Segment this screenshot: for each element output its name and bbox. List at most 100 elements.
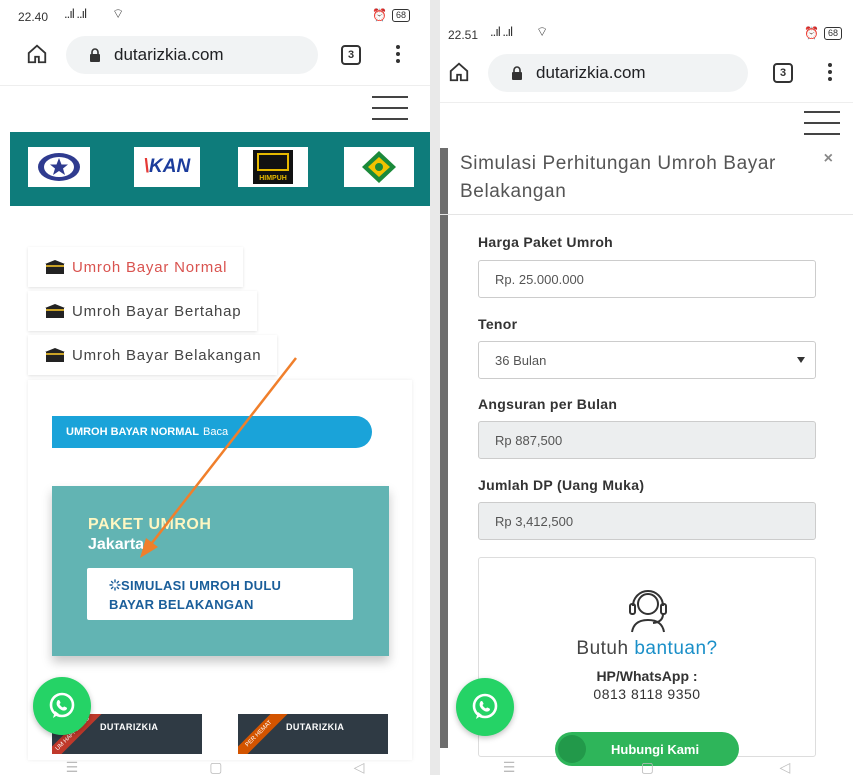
modal-divider (440, 214, 853, 215)
angsuran-output: Rp 887,500 (478, 421, 816, 459)
system-nav-bar: ☰ ▢ ◁ (0, 757, 430, 775)
harga-paket-input[interactable]: Rp. 25.000.000 (478, 260, 816, 298)
hp-whatsapp-number[interactable]: 0813 8118 9350 (479, 686, 815, 702)
hamburger-menu-icon[interactable] (804, 111, 840, 135)
nav-menu-icon[interactable]: ☰ (66, 759, 79, 775)
pill-read-link[interactable]: Baca (203, 426, 228, 438)
himpuh-emblem-icon: HIMPUH (253, 150, 293, 184)
himpuh-text: HIMPUH (259, 175, 287, 182)
url-text: dutarizkia.com (114, 45, 224, 64)
thumb-ribbon: PER HEMAT (238, 714, 288, 754)
tab-switcher-button[interactable]: 3 (773, 63, 793, 83)
tab-umroh-bayar-belakangan[interactable]: Umroh Bayar Belakangan (28, 335, 278, 375)
whatsapp-float-button[interactable] (33, 677, 91, 735)
kaaba-icon (45, 348, 65, 362)
wifi-icon: ⌔ (112, 6, 124, 21)
kaaba-icon (45, 260, 65, 274)
menu-kebab-icon[interactable] (828, 60, 834, 84)
alarm-icon: ⏰ (372, 8, 387, 22)
help-question-accent: bantuan? (634, 638, 718, 659)
browser-url-bar: dutarizkia.com 3 (440, 51, 853, 95)
harga-label: Harga Paket Umroh (478, 234, 614, 250)
home-icon[interactable] (26, 43, 48, 65)
site-header (440, 102, 853, 144)
pill-label: UMROH BAYAR NORMAL (66, 426, 200, 438)
wifi-icon: ⌔ (536, 24, 548, 39)
section-pill-header[interactable]: UMROH BAYAR NORMAL Baca (52, 416, 372, 448)
chevron-down-icon (797, 357, 805, 363)
thumb-brand: DUTARIZKIA (100, 722, 159, 732)
spinner-icon (109, 579, 121, 591)
address-bar[interactable]: dutarizkia.com (66, 36, 318, 74)
tenor-value: 36 Bulan (495, 352, 547, 368)
kan-text: KAN (149, 156, 191, 177)
battery-icon: 68 (823, 26, 842, 40)
signal-icon: ..ıl ..ıl (64, 6, 87, 21)
package-thumbnail[interactable]: PER HEMAT DUTARIZKIA (238, 714, 388, 754)
dp-value: Rp 3,412,500 (495, 513, 574, 529)
logo-star-emblem (28, 147, 90, 187)
hamburger-menu-icon[interactable] (372, 96, 408, 120)
status-time: 22.40 (18, 10, 49, 24)
nav-back-icon[interactable]: ◁ (354, 759, 365, 775)
address-bar[interactable]: dutarizkia.com (488, 54, 748, 92)
status-bar: 22.51 ..ıl ..ıl ⌔ ⏰ 68 (440, 18, 853, 48)
lock-icon (512, 66, 522, 80)
url-text: dutarizkia.com (536, 63, 646, 82)
angsuran-label: Angsuran per Bulan (478, 396, 618, 412)
help-question: Butuh bantuan? (479, 638, 815, 660)
tab-label: Umroh Bayar Normal (72, 258, 228, 276)
nav-menu-icon[interactable]: ☰ (503, 759, 516, 775)
logo-kemenag (344, 147, 414, 187)
lock-icon (90, 48, 100, 62)
partner-logos-strip: \ KAN HIMPUH (10, 132, 430, 206)
help-question-prefix: Butuh (576, 638, 629, 659)
tab-umroh-bayar-bertahap[interactable]: Umroh Bayar Bertahap (28, 291, 258, 331)
simulasi-button[interactable]: SIMULASI UMROH DULU BAYAR BELAKANGAN (87, 568, 353, 620)
tenor-label: Tenor (478, 316, 518, 332)
tab-label: Umroh Bayar Bertahap (72, 302, 242, 320)
angsuran-value: Rp 887,500 (495, 432, 563, 448)
help-card: Butuh bantuan? HP/WhatsApp : 0813 8118 9… (478, 557, 816, 766)
nav-home-icon[interactable]: ▢ (209, 759, 222, 775)
tab-label: Umroh Bayar Belakangan (72, 346, 262, 364)
alarm-icon: ⏰ (804, 26, 819, 40)
signal-icon: ..ıl ..ıl (490, 24, 513, 39)
tenor-select[interactable]: 36 Bulan (478, 341, 816, 379)
logo-kan: \ KAN (134, 147, 200, 187)
nav-back-icon[interactable]: ◁ (779, 759, 790, 775)
whatsapp-float-button[interactable] (456, 678, 514, 736)
kemenag-emblem-icon (362, 151, 396, 183)
hubungi-kami-label: Hubungi Kami (611, 741, 700, 757)
menu-kebab-icon[interactable] (396, 42, 402, 66)
modal-title: Simulasi Perhitungan Umroh Bayar Belakan… (460, 153, 776, 202)
whatsapp-icon (49, 692, 75, 718)
tab-umroh-bayar-normal[interactable]: Umroh Bayar Normal (28, 247, 244, 287)
left-phone-screen: 22.40 ..ıl ..ıl ⌔ ⏰ 68 dutarizkia.com 3 (0, 0, 430, 775)
headset-support-icon (629, 590, 667, 633)
thumb-brand: DUTARIZKIA (286, 722, 345, 732)
right-phone-screen: 22.51 ..ıl ..ıl ⌔ ⏰ 68 dutarizkia.com 3 … (440, 0, 853, 775)
system-nav-bar: ☰ ▢ ◁ (440, 757, 853, 775)
status-icons: ⏰ 68 (804, 26, 842, 40)
nav-home-icon[interactable]: ▢ (641, 759, 654, 775)
status-icons: ⏰ 68 (372, 8, 410, 22)
modal-backdrop-edge (440, 148, 448, 748)
screens-divider (430, 0, 440, 775)
tab-switcher-button[interactable]: 3 (341, 45, 361, 65)
logo-himpuh: HIMPUH (238, 147, 308, 187)
simulasi-button-line2: BAYAR BELAKANGAN (109, 597, 254, 612)
site-header (0, 85, 430, 127)
battery-icon: 68 (391, 8, 410, 22)
promo-title: PAKET UMROH (88, 516, 212, 533)
home-icon[interactable] (448, 61, 470, 83)
modal-close-button[interactable]: × (824, 150, 833, 168)
status-bar: 22.40 ..ıl ..ıl ⌔ ⏰ 68 (0, 0, 430, 30)
dp-output: Rp 3,412,500 (478, 502, 816, 540)
browser-url-bar: dutarizkia.com 3 (0, 33, 430, 77)
star-emblem-icon (38, 153, 80, 181)
hp-whatsapp-label: HP/WhatsApp : (596, 668, 698, 684)
whatsapp-icon (472, 693, 498, 719)
harga-value: Rp. 25.000.000 (495, 271, 584, 287)
promo-card: PAKET UMROH Jakarta SIMULASI UMROH DULU … (52, 486, 389, 656)
